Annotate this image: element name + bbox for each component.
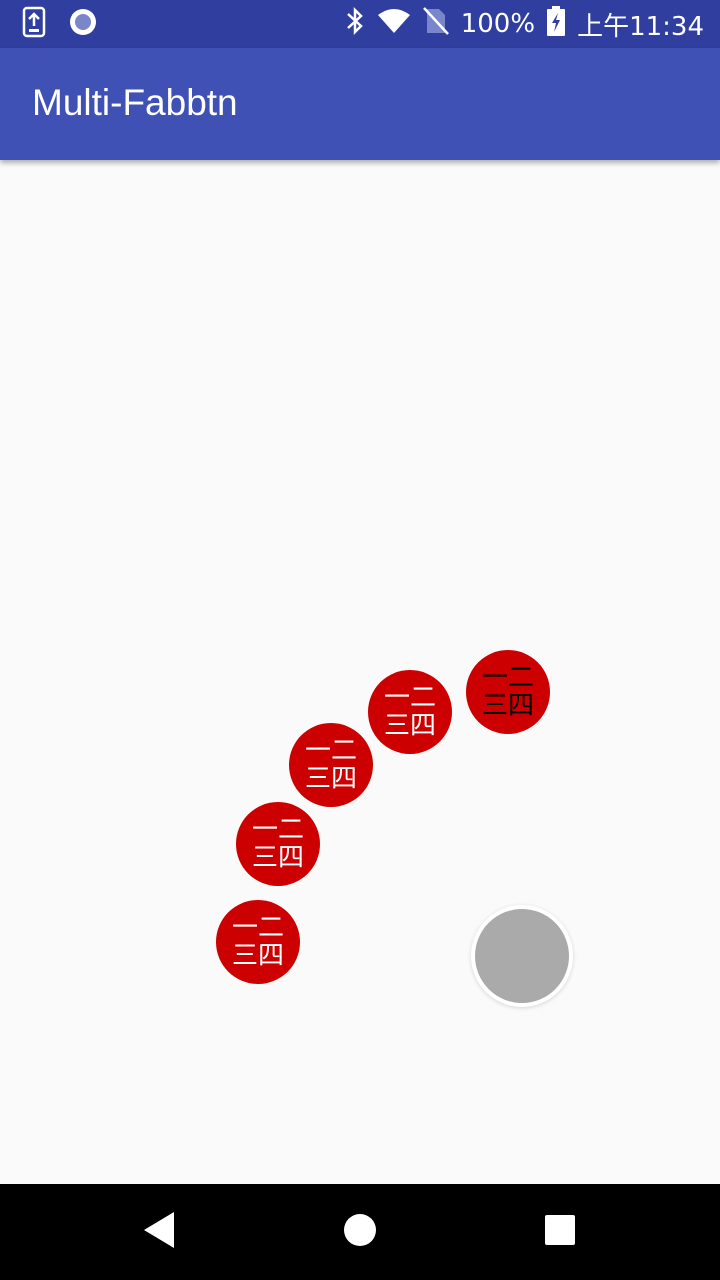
fab-menu-item-label-line2: 三四 bbox=[251, 843, 304, 873]
main-fab-button[interactable] bbox=[471, 905, 573, 1007]
download-notification-icon bbox=[22, 6, 46, 42]
recents-button[interactable] bbox=[528, 1200, 592, 1264]
fab-menu-item-label-line2: 三四 bbox=[304, 764, 357, 794]
fab-menu-item-1[interactable]: 一二 三四 bbox=[466, 650, 550, 734]
circle-notification-icon bbox=[68, 7, 98, 41]
navigation-bar bbox=[0, 1184, 720, 1280]
battery-charging-icon bbox=[547, 5, 566, 43]
app-bar: Multi-Fabbtn bbox=[0, 48, 720, 160]
fab-menu-item-5[interactable]: 一二 三四 bbox=[216, 900, 300, 984]
back-icon bbox=[140, 1210, 180, 1254]
fab-menu-item-label-line2: 三四 bbox=[383, 711, 436, 741]
battery-percent: 100% bbox=[460, 9, 536, 39]
fab-menu-item-2[interactable]: 一二 三四 bbox=[368, 670, 452, 754]
status-bar: 100% 上午11:34 bbox=[0, 0, 720, 48]
recents-icon bbox=[544, 1214, 576, 1250]
fab-menu-item-label-line1: 一二 bbox=[383, 683, 436, 713]
fab-menu-item-label-line2: 三四 bbox=[231, 941, 284, 971]
wifi-icon bbox=[377, 7, 411, 42]
bluetooth-icon bbox=[345, 6, 365, 43]
page-title: Multi-Fabbtn bbox=[32, 82, 238, 123]
fab-menu-item-3[interactable]: 一二 三四 bbox=[289, 723, 373, 807]
fab-menu-item-label-line1: 一二 bbox=[481, 663, 534, 693]
fab-menu-item-label-line1: 一二 bbox=[231, 913, 284, 943]
no-sim-icon bbox=[422, 6, 449, 43]
back-button[interactable] bbox=[128, 1200, 192, 1264]
fab-menu-item-label-line1: 一二 bbox=[251, 815, 304, 845]
home-button[interactable] bbox=[328, 1200, 392, 1264]
fab-menu-item-label-line2: 三四 bbox=[481, 691, 534, 721]
main-content bbox=[0, 160, 720, 1184]
fab-menu-item-4[interactable]: 一二 三四 bbox=[236, 802, 320, 886]
clock: 上午11:34 bbox=[577, 11, 704, 42]
home-icon bbox=[343, 1213, 377, 1251]
fab-menu-item-label-line1: 一二 bbox=[304, 736, 357, 766]
